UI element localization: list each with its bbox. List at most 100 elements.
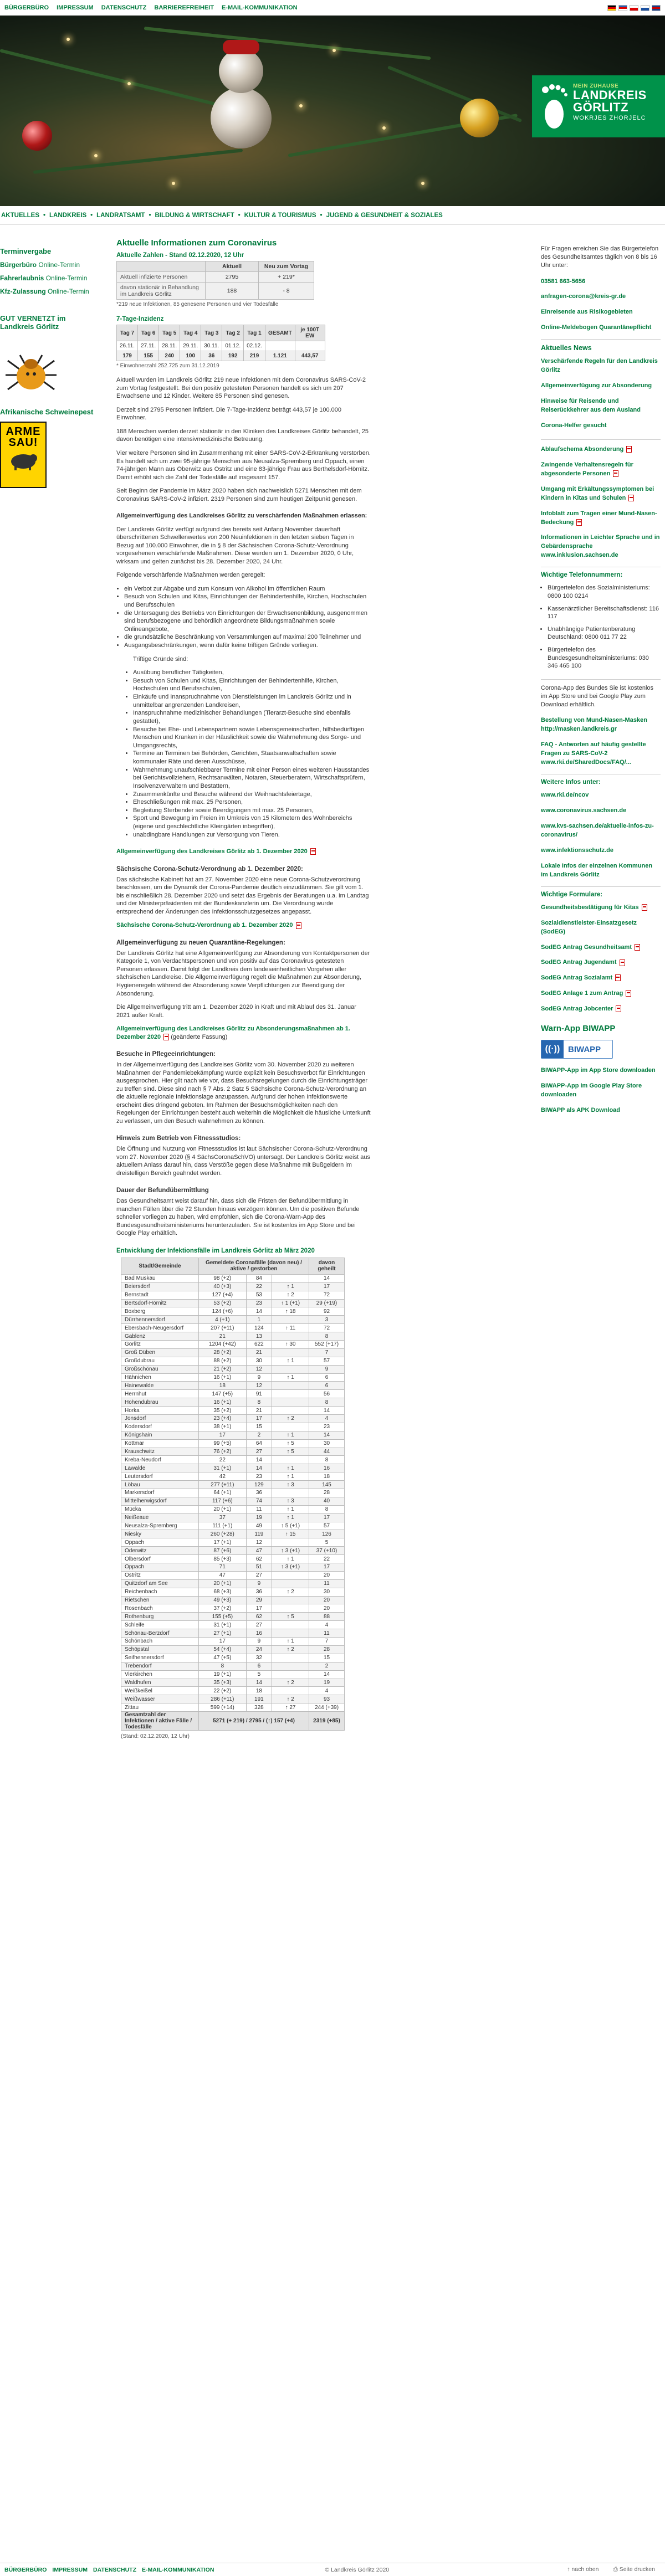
- value-cell: 31 (+1): [198, 1620, 247, 1630]
- ablaufschema-link[interactable]: Ablaufschema Absonderung: [541, 446, 623, 453]
- tick-illustration-icon[interactable]: [3, 347, 59, 397]
- value-cell: 27: [245, 1620, 273, 1630]
- value-cell: 4: [309, 1620, 345, 1630]
- topbar-link-datenschutz[interactable]: DATENSCHUTZ: [101, 4, 147, 11]
- external-link[interactable]: www.infektionsschutz.de: [541, 846, 661, 855]
- flag-sorbian-icon[interactable]: [618, 4, 627, 11]
- erkaeltung-link[interactable]: Umgang mit Erkältungssymptomen bei Kinde…: [541, 486, 654, 501]
- schweinepest-link[interactable]: Afrikanische Schweinepest: [0, 408, 100, 416]
- biwapp-logo[interactable]: ((·)) BIWAPP: [541, 1040, 613, 1059]
- municipality-cell: Schleife: [121, 1620, 199, 1630]
- drucken-link[interactable]: ⎙ Seite drucken: [613, 2566, 655, 2573]
- formular-link[interactable]: SodEG Anlage 1 zum Antrag: [541, 990, 623, 997]
- value-cell: 28: [309, 1645, 345, 1654]
- topbar-link-impressum[interactable]: IMPRESSUM: [57, 4, 94, 11]
- nav-bildung-wirtschaft[interactable]: BILDUNG & WIRTSCHAFT: [155, 212, 234, 219]
- pdf-icon: [615, 974, 621, 982]
- infoblatt-link[interactable]: Infoblatt zum Tragen einer Mund-Nasen-Be…: [541, 510, 657, 526]
- risikogebiete-link[interactable]: Einreisende aus Risikogebieten: [541, 308, 661, 317]
- value-cell: ↑ 3 (+1): [272, 1546, 309, 1556]
- flag-de-icon[interactable]: [607, 4, 616, 11]
- nav-landkreis[interactable]: LANDKREIS: [49, 212, 86, 219]
- pdf-icon: [635, 943, 641, 951]
- footer-link-datenschutz[interactable]: DATENSCHUTZ: [93, 2567, 136, 2573]
- leichte-sprache-link[interactable]: Informationen in Leichter Sprache und in…: [541, 533, 661, 560]
- entwicklung-heading: Entwicklung der Infektionsfälle im Landk…: [116, 1247, 315, 1254]
- table-row: Weißkeißel 22 (+2) 18 4: [121, 1686, 345, 1696]
- nach-oben-link[interactable]: ↑ nach oben: [567, 2566, 598, 2573]
- value-cell: 40: [309, 1496, 345, 1506]
- footer-link-email[interactable]: E-MAIL-KOMMUNIKATION: [142, 2567, 214, 2573]
- formular-link[interactable]: SodEG Antrag Sozialamt: [541, 974, 612, 981]
- value-cell: 29 (+19): [309, 1299, 345, 1308]
- topbar-link-buergerbuero[interactable]: BÜRGERBÜRO: [4, 4, 49, 11]
- termin-fahrerlaubnis[interactable]: Fahrerlaubnis Online-Termin: [0, 274, 100, 282]
- snowman-head-ornament: [219, 49, 263, 93]
- value-cell: 74: [245, 1496, 273, 1506]
- value-cell: 9: [245, 1373, 273, 1382]
- value-cell: 23: [245, 1472, 273, 1481]
- language-flags: [607, 4, 661, 11]
- formular-link[interactable]: SodEG Antrag Jobcenter: [541, 1005, 613, 1012]
- external-link[interactable]: www.kvs-sachsen.de/aktuelle-infos-zu-cor…: [541, 822, 661, 840]
- flag-en-icon[interactable]: [652, 4, 661, 11]
- value-cell: ↑ 2: [272, 1290, 309, 1300]
- email-link[interactable]: anfragen-corona@kreis-gr.de: [541, 293, 661, 301]
- table-row: Oppach 71 51 ↑ 3 (+1) 17: [121, 1563, 345, 1572]
- value-cell: 44: [309, 1447, 345, 1456]
- footer-link-buergerbuero[interactable]: BÜRGERBÜRO: [4, 2567, 47, 2573]
- landkreis-logo[interactable]: MEIN ZUHAUSE LANDKREIS GÖRLITZ WOKRJES Z…: [532, 75, 665, 137]
- saechsische-vo-link[interactable]: Sächsische Corona-Schutz-Verordnung ab 1…: [116, 922, 293, 928]
- nav-kultur-tourismus[interactable]: KULTUR & TOURISMUS: [244, 212, 316, 219]
- formular-link[interactable]: SodEG Antrag Jugendamt: [541, 959, 617, 966]
- termin-buergerbuero[interactable]: Bürgerbüro Online-Termin: [0, 261, 100, 269]
- online-meldebogen-link[interactable]: Online-Meldebogen Quarantänepflicht: [541, 324, 661, 332]
- list-item: Kassenärztlicher Bereitschaftsdienst: 11…: [548, 605, 661, 621]
- news-link[interactable]: Allgemeinverfügung zur Absonderung: [541, 382, 661, 391]
- topbar-link-email[interactable]: E-MAIL-KOMMUNIKATION: [222, 4, 298, 11]
- topbar-link-barrierefreiheit[interactable]: BARRIEREFREIHEIT: [154, 4, 214, 11]
- verhaltensregeln-link[interactable]: Zwingende Verhaltensregeln für abgesonde…: [541, 461, 633, 477]
- value-cell: ↑ 1: [272, 1505, 309, 1514]
- external-link[interactable]: www.rki.de/ncov: [541, 791, 661, 800]
- news-link[interactable]: Hinweise für Reisende und Reiserückkehre…: [541, 397, 661, 415]
- top-bar: BÜRGERBÜRO IMPRESSUM DATENSCHUTZ BARRIER…: [0, 0, 665, 16]
- nav-aktuelles[interactable]: AKTUELLES: [1, 212, 39, 219]
- nav-landratsamt[interactable]: LANDRATSAMT: [96, 212, 145, 219]
- formular-link[interactable]: Sozialdienstleister-Einsatzgesetz (SodEG…: [541, 919, 661, 937]
- triftige-gruende-label: Triftige Gründe sind:: [133, 655, 188, 663]
- value-cell: 8: [198, 1661, 247, 1671]
- value-cell: 42: [198, 1472, 247, 1481]
- value-cell: 23 (+4): [198, 1414, 247, 1423]
- value-cell: 20 (+1): [198, 1505, 247, 1514]
- masken-link[interactable]: Bestellung von Mund-Nasen-Masken http://…: [541, 716, 661, 734]
- value-cell: 49: [245, 1521, 273, 1531]
- value-cell: 23: [309, 1422, 345, 1431]
- flag-cz-icon[interactable]: [641, 4, 649, 11]
- formular-link[interactable]: SodEG Antrag Gesundheitsamt: [541, 944, 632, 951]
- news-link[interactable]: Verschärfende Regeln für den Landkreis G…: [541, 357, 661, 375]
- footer-link-impressum[interactable]: IMPRESSUM: [52, 2567, 88, 2573]
- table-row: Groß Düben 28 (+2) 21 7: [121, 1348, 345, 1357]
- biwapp-link[interactable]: BIWAPP als APK Download: [541, 1106, 661, 1115]
- list-item: Inanspruchnahme medizinischer Behandlung…: [133, 709, 371, 725]
- phone-link[interactable]: 03581 663-5656: [541, 278, 661, 286]
- value-cell: [272, 1686, 309, 1696]
- termin-kfz-zulassung[interactable]: Kfz-Zulassung Online-Termin: [0, 288, 100, 295]
- external-link[interactable]: www.coronavirus.sachsen.de: [541, 807, 661, 815]
- absonderung-link[interactable]: Allgemeinverfügung des Landkreises Görli…: [116, 1025, 350, 1040]
- biwapp-link[interactable]: BIWAPP-App im App Store downloaden: [541, 1066, 661, 1075]
- faq-link[interactable]: FAQ - Antworten auf häufig gestellte Fra…: [541, 741, 661, 767]
- arme-sau-poster[interactable]: ARME SAU!: [0, 422, 47, 488]
- municipality-cell: Niesky: [121, 1530, 199, 1539]
- allgemeinverfuegung-link[interactable]: Allgemeinverfügung des Landkreises Görli…: [116, 848, 308, 855]
- external-link[interactable]: Lokale Infos der einzelnen Kommunen im L…: [541, 862, 661, 880]
- flag-pl-icon[interactable]: [630, 4, 638, 11]
- gut-vernetzt-link[interactable]: GUT VERNETZT im Landkreis Görlitz: [0, 314, 100, 331]
- nav-jugend-gesundheit[interactable]: JUGEND & GESUNDHEIT & SOZIALES: [326, 212, 443, 219]
- news-link[interactable]: Corona-Helfer gesucht: [541, 422, 661, 430]
- formular-link[interactable]: Gesundheitsbestätigung für Kitas: [541, 904, 639, 911]
- municipality-cell: Bertsdorf-Hörnitz: [121, 1299, 199, 1308]
- value-cell: ↑ 1: [272, 1554, 309, 1564]
- biwapp-link[interactable]: BIWAPP-App im Google Play Store download…: [541, 1082, 661, 1100]
